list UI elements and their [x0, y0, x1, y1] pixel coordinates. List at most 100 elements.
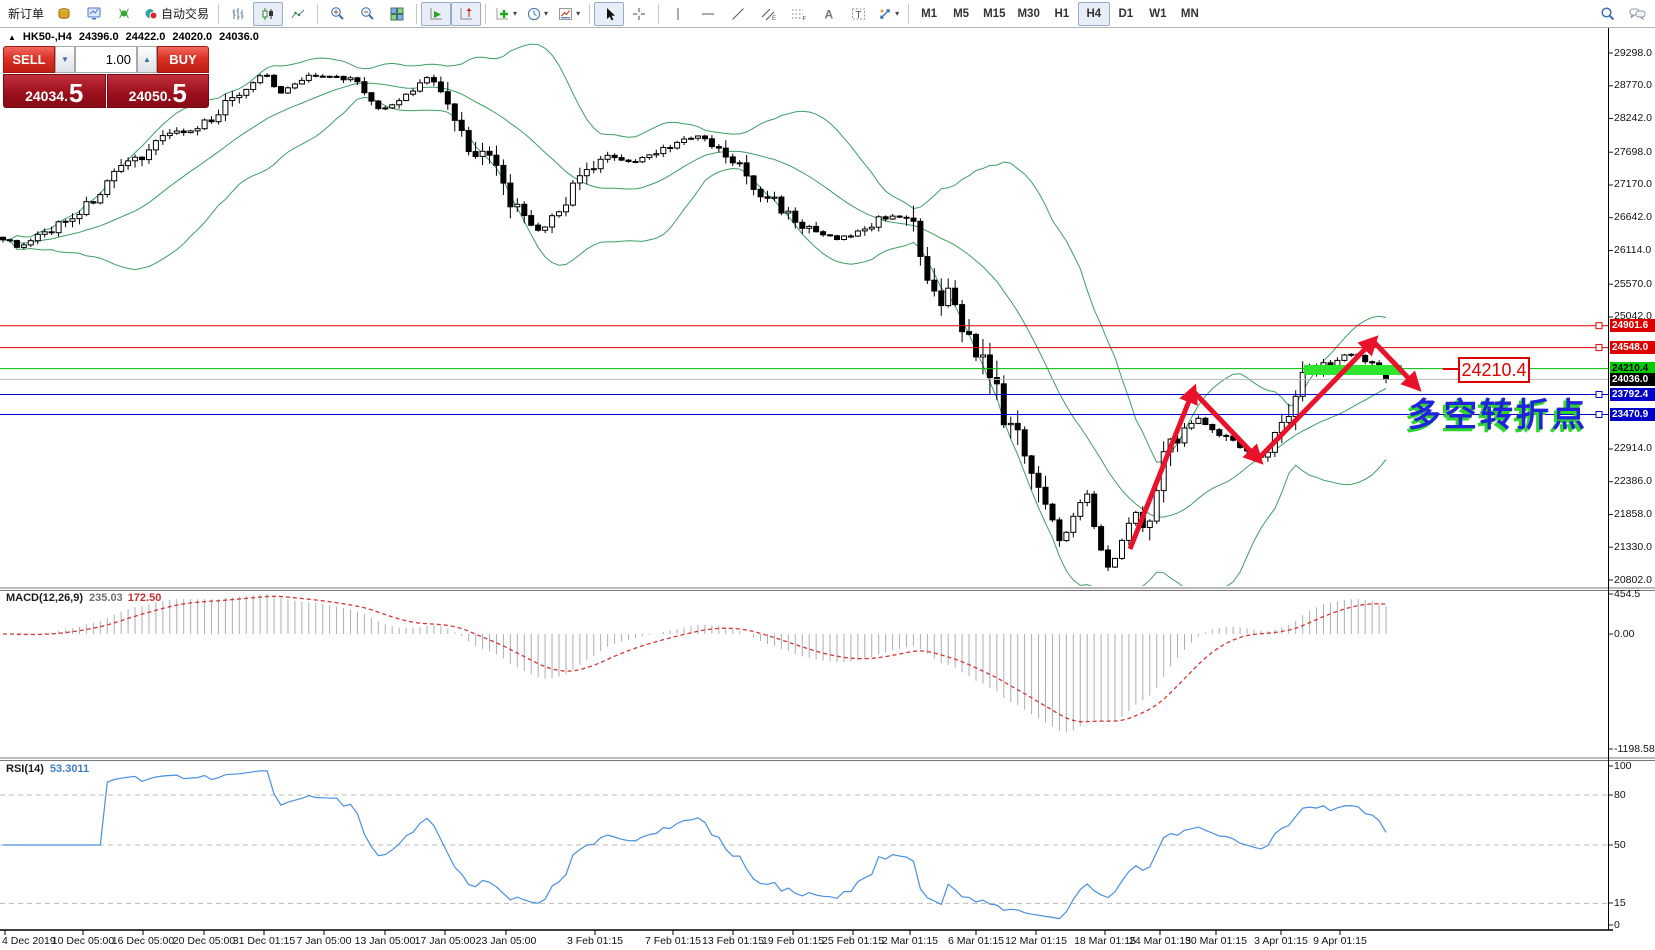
periods-button[interactable]: ▾ — [522, 2, 553, 26]
volume-input[interactable] — [75, 46, 137, 73]
timeframe-label: M30 — [1017, 8, 1039, 20]
timeframe-h1-button[interactable]: H1 — [1046, 2, 1078, 26]
date-axis[interactable]: 4 Dec 201910 Dec 05:0016 Dec 05:0020 Dec… — [0, 931, 1655, 950]
volume-increase-button[interactable]: ▲ — [137, 46, 157, 73]
macd-name: MACD(12,26,9) — [6, 592, 83, 604]
buy-price-box[interactable]: 24050.5 — [107, 74, 210, 108]
dropdown-caret-icon: ▾ — [576, 9, 580, 18]
templates-button[interactable]: ▾ — [553, 2, 585, 26]
macd-indicator-label: MACD(12,26,9)235.03172.50 — [6, 592, 161, 604]
rsi-value: 53.3011 — [50, 763, 89, 775]
price-axis[interactable]: 24901.624548.024210.424036.023792.423470… — [1608, 0, 1655, 950]
svg-text:A: A — [824, 7, 833, 21]
new-chart-button[interactable] — [49, 2, 79, 26]
auto-scroll-icon — [429, 7, 444, 21]
toolbar-separator — [908, 4, 909, 24]
timeframe-m1-button[interactable]: M1 — [913, 2, 945, 26]
date-axis-tick: 13 Feb 01:15 — [702, 935, 764, 947]
indicators-button[interactable]: ▾ — [490, 2, 522, 26]
zoom-in-button[interactable] — [322, 2, 352, 26]
y-axis-tick: 26642.0 — [1614, 211, 1652, 223]
vertical-line-button[interactable] — [663, 2, 693, 26]
fibonacci-button[interactable]: F — [783, 2, 813, 26]
equidistant-channel-button[interactable]: E — [753, 2, 783, 26]
text-icon: A — [822, 7, 835, 21]
date-axis-tick: 3 Apr 01:15 — [1254, 935, 1308, 947]
autotrade-button[interactable]: 自动交易 — [139, 2, 214, 26]
auto-scroll-button[interactable] — [421, 2, 451, 26]
y-axis-tick: 50 — [1614, 839, 1626, 851]
profile-chart-icon — [87, 7, 101, 20]
timeframe-w1-button[interactable]: W1 — [1142, 2, 1174, 26]
price-badge: 23470.9 — [1610, 408, 1655, 421]
search-button[interactable] — [1592, 2, 1622, 26]
macd-signal-value: 172.50 — [128, 592, 162, 604]
caret-down-icon: ▼ — [61, 55, 69, 64]
chat-button[interactable] — [1622, 2, 1652, 26]
signal-button[interactable] — [109, 2, 139, 26]
buy-button[interactable]: BUY — [157, 46, 209, 73]
timeframe-m5-button[interactable]: M5 — [945, 2, 977, 26]
y-axis-tick: 15 — [1614, 897, 1626, 909]
date-axis-tick: 9 Apr 01:15 — [1313, 935, 1367, 947]
line-chart-button[interactable] — [283, 2, 313, 26]
timeframe-m30-button[interactable]: M30 — [1011, 2, 1045, 26]
price-callout-text: 24210.4 — [1461, 360, 1526, 381]
bar-chart-icon — [231, 7, 245, 21]
tile-windows-button[interactable] — [382, 2, 412, 26]
date-axis-tick: 13 Jan 05:00 — [355, 935, 416, 947]
turning-point-annotation[interactable]: 多空转折点 — [1408, 388, 1588, 436]
text-label-icon: T — [851, 7, 866, 21]
toolbar-separator — [317, 4, 318, 24]
candlestick-chart-button[interactable] — [253, 2, 283, 26]
trendline-button[interactable] — [723, 2, 753, 26]
y-axis-tick: 22386.0 — [1614, 475, 1652, 487]
timeframe-m15-button[interactable]: M15 — [977, 2, 1011, 26]
callout-connector-line — [1443, 368, 1458, 370]
autotrade-icon — [144, 7, 158, 20]
date-axis-tick: 7 Jan 05:00 — [297, 935, 352, 947]
symbol-info-bar: ▲HK50-,H424396.024422.024020.024036.0 — [8, 31, 266, 43]
crosshair-button[interactable] — [624, 2, 654, 26]
sell-price-big-digit: 5 — [69, 83, 83, 104]
timeframe-label: MN — [1181, 8, 1199, 20]
horizontal-line-button[interactable] — [693, 2, 723, 26]
volume-decrease-button[interactable]: ▼ — [55, 46, 75, 73]
sell-price-box[interactable]: 24034.5 — [3, 74, 106, 108]
date-axis-tick: 24 Mar 01:15 — [1129, 935, 1191, 947]
svg-text:E: E — [772, 16, 776, 21]
toolbar: 新订单 自动交易 ▾ ▾ ▾ E F A T ▾ — [0, 0, 1655, 28]
candlestick-chart-icon — [261, 7, 275, 21]
sell-button[interactable]: SELL — [3, 46, 55, 73]
price-callout[interactable]: 24210.4 — [1458, 357, 1530, 383]
date-axis-tick: 12 Mar 01:15 — [1005, 935, 1067, 947]
one-click-trading-panel: SELL ▼ ▲ BUY 24034.5 24050.5 — [3, 46, 209, 108]
caret-up-icon: ▲ — [143, 55, 151, 64]
date-axis-tick: 23 Jan 05:00 — [476, 935, 537, 947]
chart-area[interactable] — [0, 0, 1655, 950]
text-label-button[interactable]: T — [843, 2, 873, 26]
date-axis-tick: 4 Dec 2019 — [2, 935, 56, 947]
cursor-button[interactable] — [594, 2, 624, 26]
date-axis-tick: 3 Feb 01:15 — [567, 935, 623, 947]
timeframe-h4-button[interactable]: H4 — [1078, 2, 1110, 26]
timeframe-label: H4 — [1086, 8, 1101, 20]
timeframe-mn-button[interactable]: MN — [1174, 2, 1206, 26]
new-order-button[interactable]: 新订单 — [3, 2, 49, 26]
text-button[interactable]: A — [813, 2, 843, 26]
y-axis-tick: 29298.0 — [1614, 47, 1652, 59]
bar-chart-button[interactable] — [223, 2, 253, 26]
toolbar-separator — [485, 4, 486, 24]
chart-shift-button[interactable] — [451, 2, 481, 26]
arrows-button[interactable]: ▾ — [873, 2, 904, 26]
new-chart-icon — [57, 7, 71, 20]
y-axis-tick: 80 — [1614, 789, 1626, 801]
profile-chart-button[interactable] — [79, 2, 109, 26]
timeframe-d1-button[interactable]: D1 — [1110, 2, 1142, 26]
horizontal-line-icon — [701, 8, 715, 20]
collapse-triangle-icon[interactable]: ▲ — [8, 33, 16, 42]
zoom-out-button[interactable] — [352, 2, 382, 26]
ohlc-open: 24396.0 — [79, 31, 119, 43]
svg-text:T: T — [855, 10, 861, 21]
chart-shift-icon — [459, 7, 474, 21]
